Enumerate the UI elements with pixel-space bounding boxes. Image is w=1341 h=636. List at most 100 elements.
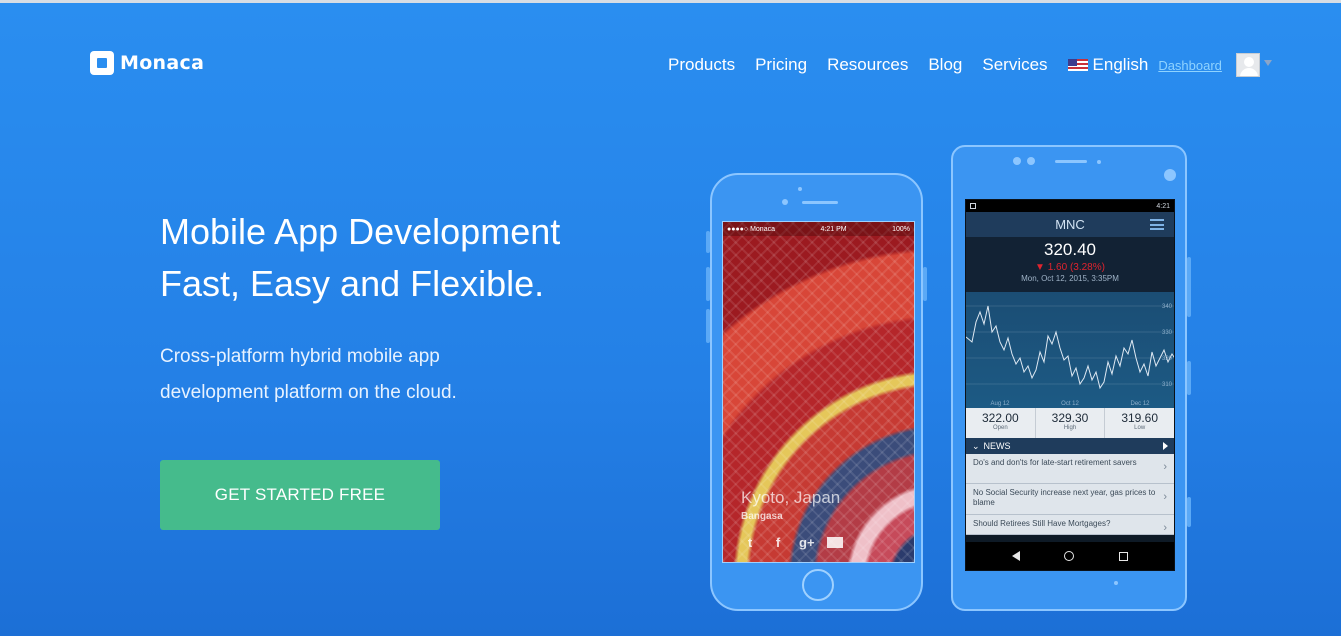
- news-item: Do's and don'ts for late-start retiremen…: [966, 454, 1174, 484]
- hero-sub-line1: Cross-platform hybrid mobile app: [160, 346, 440, 367]
- stock-symbol: MNC: [1055, 217, 1085, 232]
- chevron-right-icon: ›: [1163, 461, 1167, 473]
- nav-resources[interactable]: Resources: [827, 55, 908, 75]
- language-selector[interactable]: English: [1067, 55, 1149, 75]
- iphone-power-button: [923, 267, 927, 301]
- photo-caption: Bangasa: [741, 511, 783, 522]
- ios-battery: 100%: [892, 225, 910, 233]
- stock-quote: 320.40 ▼ 1.60 (3.28%) Mon, Oct 12, 2015,…: [966, 237, 1174, 292]
- user-avatar[interactable]: [1235, 53, 1260, 77]
- home-icon: [1064, 551, 1075, 561]
- news-item: No Social Security increase next year, g…: [966, 484, 1174, 515]
- stat-high-label: High: [1063, 425, 1077, 431]
- news-item: Should Retirees Still Have Mortgages? ›: [966, 515, 1174, 535]
- stat-low: 319.60 Low: [1105, 408, 1174, 438]
- stat-high-value: 329.30: [1051, 411, 1089, 425]
- facebook-icon: f: [775, 535, 781, 550]
- x-tick-dec: Dec 12: [1130, 401, 1150, 407]
- recent-apps-icon: [1118, 551, 1128, 561]
- news-header: ⌄ NEWS: [966, 438, 1174, 454]
- hero-sub-line2: development platform on the cloud.: [160, 382, 457, 403]
- dashboard-link[interactable]: Dashboard: [1158, 58, 1222, 73]
- news-item-text: Do's and don'ts for late-start retiremen…: [973, 458, 1137, 467]
- stock-chart-svg: 340 330 320 310 Aug 12 Oct 12 Dec 12: [966, 304, 1174, 407]
- stat-open-label: Open: [992, 425, 1008, 431]
- iphone-mute-switch: [706, 231, 710, 253]
- hero-title-line1: Mobile App Development: [160, 211, 561, 252]
- android-sensor-1: [1013, 157, 1021, 165]
- nav-pricing[interactable]: Pricing: [755, 55, 807, 75]
- twitter-icon: t: [747, 535, 753, 550]
- android-status-bar: 4:21: [966, 200, 1174, 212]
- share-icons: t f g+: [743, 535, 843, 550]
- android-bottom-sensor: [1114, 581, 1118, 585]
- news-item-text: Should Retirees Still Have Mortgages?: [973, 519, 1111, 528]
- stat-open-value: 322.00: [981, 411, 1019, 425]
- iphone-mockup: ●●●●○ Monaca 4:21 PM 100% Kyoto, Japan B…: [706, 173, 927, 611]
- chevron-right-icon: ›: [1163, 522, 1167, 534]
- top-border: [0, 0, 1341, 3]
- stat-high: 329.30 High: [1036, 408, 1106, 438]
- y-tick-340: 340: [1162, 304, 1173, 310]
- avatar-body-icon: [1239, 68, 1258, 76]
- stock-date: Mon, Oct 12, 2015, 3:35PM: [1021, 274, 1119, 283]
- notification-icon: [970, 203, 976, 209]
- play-arrow-icon: [1163, 442, 1168, 450]
- brand-name: Monaca: [120, 52, 205, 74]
- photo-location: Kyoto, Japan: [741, 488, 841, 507]
- hamburger-menu-icon: [1150, 219, 1164, 230]
- iphone-screen: ●●●●○ Monaca 4:21 PM 100% Kyoto, Japan B…: [722, 221, 915, 563]
- iphone-earpiece: [802, 201, 838, 204]
- mail-icon: [827, 537, 843, 548]
- android-side-button: [1187, 497, 1191, 527]
- hero-subtitle: Cross-platform hybrid mobile app develop…: [160, 339, 520, 411]
- y-tick-310: 310: [1162, 382, 1173, 388]
- y-tick-320: 320: [1162, 356, 1173, 362]
- android-sensor-3: [1097, 160, 1101, 164]
- stock-app-header: MNC: [966, 212, 1174, 237]
- android-screen: 4:21 MNC 320.40 ▼ 1.60 (3.28%) Mon, Oct …: [965, 199, 1175, 571]
- android-camera: [1164, 169, 1176, 181]
- us-flag-icon: [1067, 59, 1088, 71]
- android-time: 4:21: [1156, 202, 1170, 210]
- iphone-sensor: [798, 187, 802, 191]
- ios-status-bar: ●●●●○ Monaca 4:21 PM 100%: [723, 222, 914, 236]
- nav-services[interactable]: Services: [982, 55, 1047, 75]
- android-sensor-2: [1027, 157, 1035, 165]
- main-nav: Products Pricing Resources Blog Services…: [668, 53, 1272, 77]
- nav-blog[interactable]: Blog: [928, 55, 962, 75]
- back-icon: [1012, 551, 1021, 561]
- android-mockup: 4:21 MNC 320.40 ▼ 1.60 (3.28%) Mon, Oct …: [951, 145, 1191, 611]
- news-header-label: NEWS: [983, 441, 1011, 451]
- stock-stats: 322.00 Open 329.30 High 319.60 Low: [966, 408, 1174, 438]
- android-power-button: [1187, 361, 1191, 395]
- news-item-text: No Social Security increase next year, g…: [973, 488, 1156, 507]
- chevron-down-icon[interactable]: [1263, 60, 1272, 66]
- hero-title-line2: Fast, Easy and Flexible.: [160, 263, 545, 304]
- iphone-home-button: [802, 569, 834, 601]
- stock-price: 320.40: [1044, 240, 1096, 259]
- language-label: English: [1092, 55, 1149, 74]
- ios-time: 4:21 PM: [820, 225, 847, 233]
- stock-chart: 340 330 320 310 Aug 12 Oct 12 Dec 12: [966, 292, 1174, 408]
- x-tick-oct: Oct 12: [1061, 401, 1079, 407]
- iphone-volume-down: [706, 309, 710, 343]
- stock-change: ▼ 1.60 (3.28%): [1035, 262, 1105, 273]
- android-earpiece: [1055, 160, 1087, 163]
- avatar-head-icon: [1243, 57, 1254, 67]
- chevron-right-icon: ›: [1163, 491, 1167, 503]
- stat-low-value: 319.60: [1121, 411, 1159, 425]
- brand-logo[interactable]: Monaca: [90, 51, 204, 75]
- x-tick-aug: Aug 12: [990, 401, 1010, 407]
- iphone-camera: [782, 199, 788, 205]
- hero-title: Mobile App Development Fast, Easy and Fl…: [160, 206, 560, 310]
- android-volume-button: [1187, 257, 1191, 317]
- get-started-button[interactable]: GET STARTED FREE: [160, 460, 440, 530]
- monaca-logo-icon: [90, 51, 114, 75]
- y-tick-330: 330: [1162, 330, 1173, 336]
- ios-carrier: ●●●●○ Monaca: [727, 225, 775, 233]
- android-nav-bar: [966, 542, 1174, 570]
- stat-open: 322.00 Open: [966, 408, 1036, 438]
- google-plus-icon: g+: [799, 535, 815, 550]
- nav-products[interactable]: Products: [668, 55, 735, 75]
